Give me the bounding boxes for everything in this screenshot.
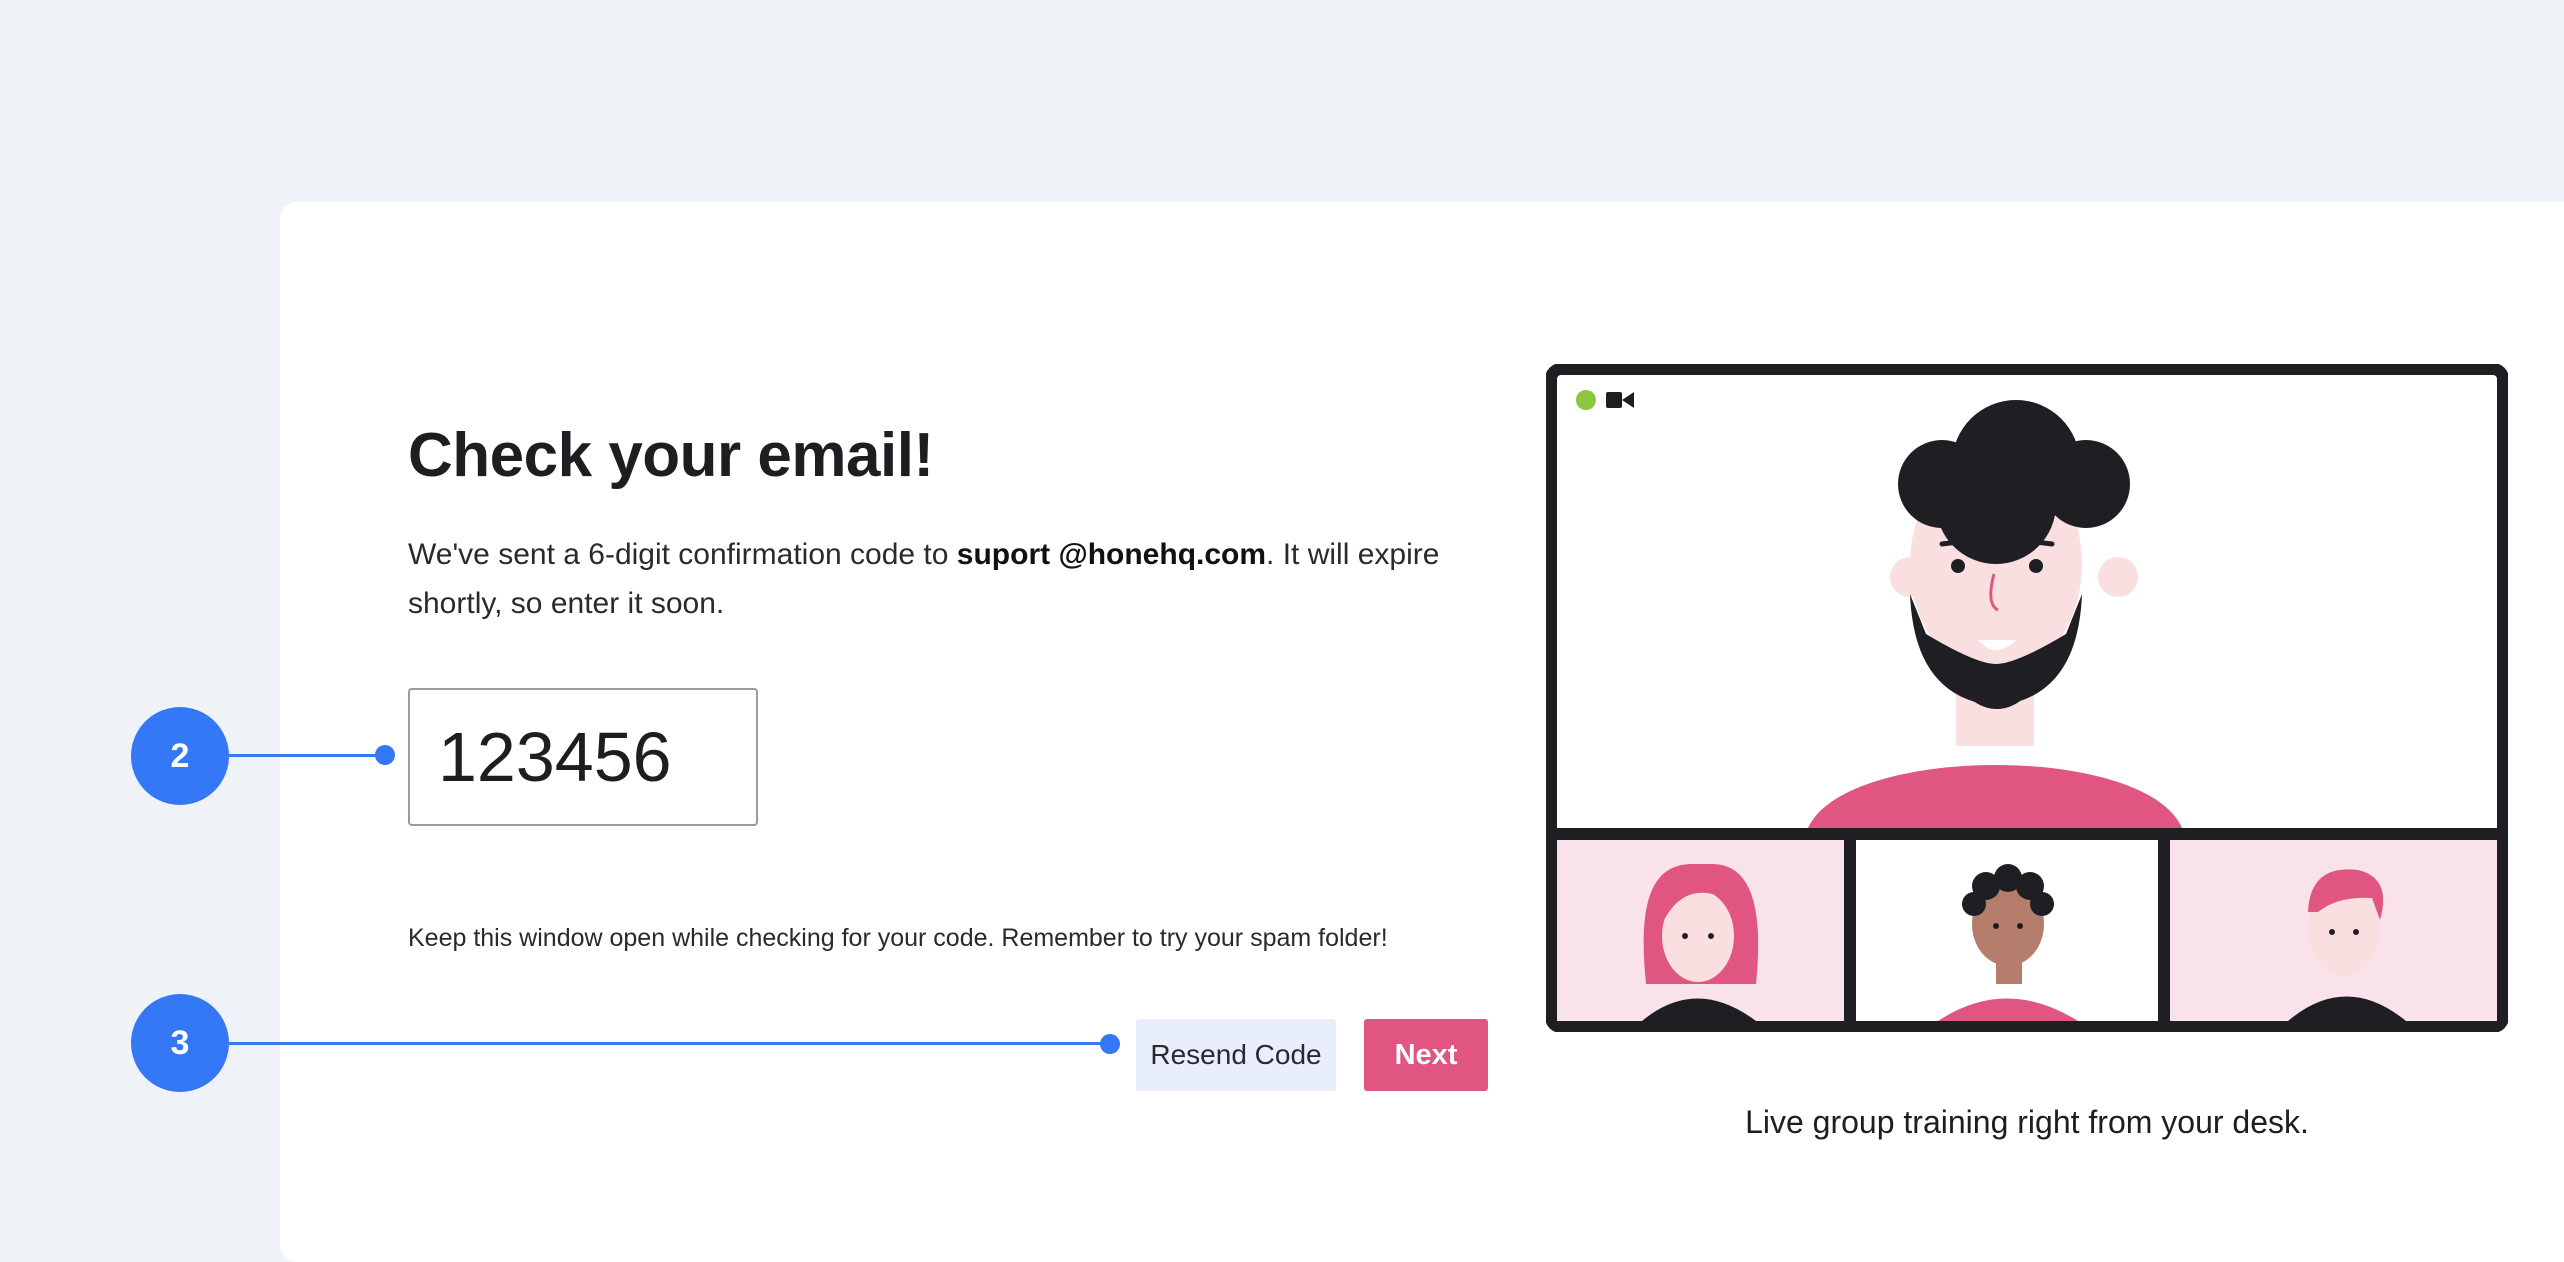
callout-line-2 <box>229 754 385 757</box>
green-dot-icon <box>1576 390 1596 410</box>
resend-code-button[interactable]: Resend Code <box>1136 1019 1336 1091</box>
callout-badge-2: 2 <box>131 707 229 805</box>
next-button[interactable]: Next <box>1364 1019 1488 1091</box>
spam-folder-hint: Keep this window open while checking for… <box>408 924 1388 952</box>
confirmation-code-input[interactable] <box>408 688 758 826</box>
message-prefix: We've sent a 6-digit confirmation code t… <box>408 538 957 571</box>
callout-dot-2 <box>375 745 395 765</box>
callout-line-3 <box>229 1042 1109 1045</box>
callout-badge-3: 3 <box>131 994 229 1092</box>
illustration-caption: Live group training right from your desk… <box>1745 1104 2309 1140</box>
page-title: Check your email! <box>408 421 934 490</box>
video-call-illustration <box>1546 364 2508 1032</box>
email-address: suport @honehq.com <box>956 538 1267 571</box>
confirmation-message: We've sent a 6-digit confirmation code t… <box>408 530 1518 628</box>
callout-dot-3 <box>1100 1034 1120 1054</box>
